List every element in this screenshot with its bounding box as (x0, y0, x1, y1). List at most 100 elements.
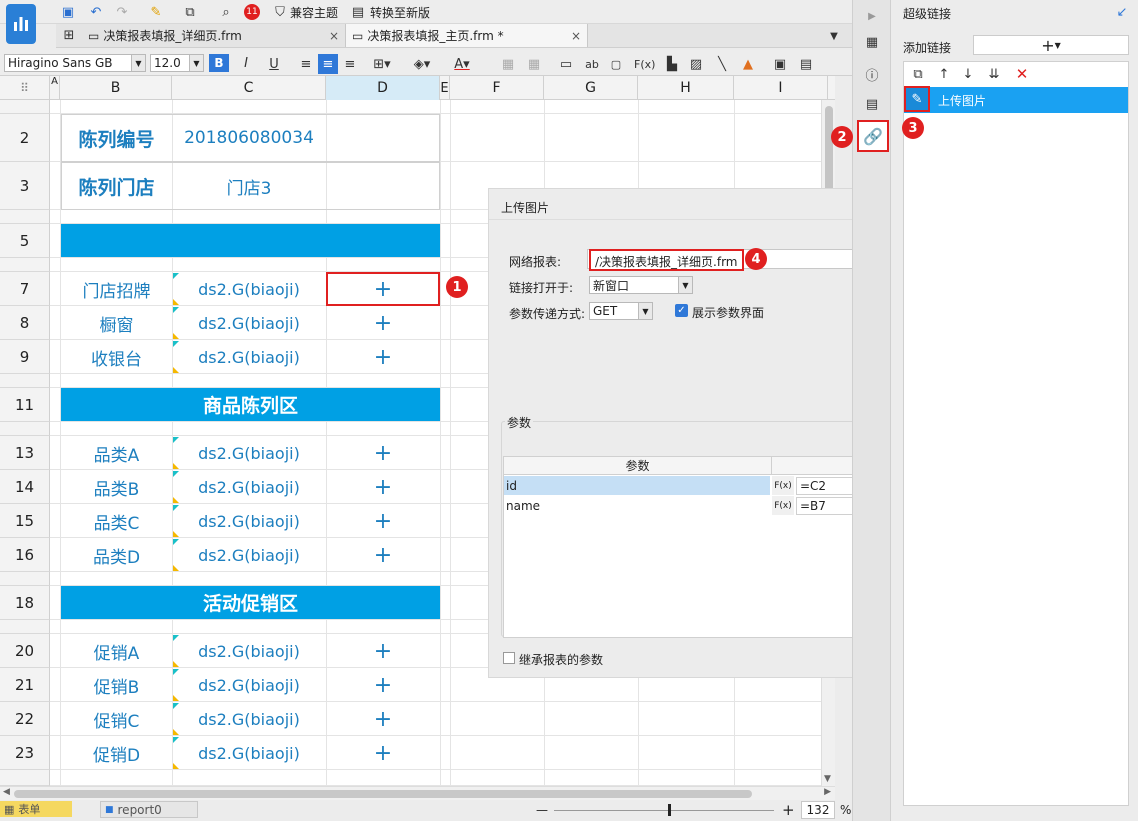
col-header-e[interactable]: E (440, 76, 450, 100)
cell-b[interactable]: 促销A (61, 634, 172, 668)
row-header[interactable]: 5 (0, 224, 50, 258)
move-up-icon[interactable]: ↑ (934, 64, 954, 84)
row-header[interactable]: 15 (0, 504, 50, 538)
col-header-g[interactable]: G (544, 76, 638, 100)
border-icon[interactable]: ⊞▾ (372, 54, 392, 74)
grid-icon[interactable]: ⊞ (56, 26, 82, 46)
scroll-right-icon[interactable]: ▶ (824, 787, 831, 797)
row-header[interactable]: 16 (0, 538, 50, 572)
row-header[interactable] (0, 620, 50, 634)
col-header-c[interactable]: C (172, 76, 326, 100)
cell-d[interactable]: + (326, 668, 440, 702)
cell-b[interactable]: 促销D (61, 736, 172, 770)
section-band[interactable]: 活动促销区 (61, 586, 440, 619)
cell-c[interactable]: 门店3 (172, 162, 326, 210)
row-header[interactable]: 3 (0, 162, 50, 210)
slash-icon[interactable]: ╲ (712, 54, 732, 74)
cell-c[interactable]: ds2.G(biaoji) (172, 538, 326, 572)
open-in-select[interactable]: 新窗口 ▼ (589, 276, 693, 294)
cell-c[interactable]: ds2.G(biaoji) (172, 306, 326, 340)
preview-icon[interactable]: ⌕ (216, 2, 236, 22)
cell-b[interactable]: 促销C (61, 702, 172, 736)
row-header[interactable] (0, 100, 50, 114)
col-header-d[interactable]: D (326, 76, 440, 100)
zoom-out-button[interactable]: — (536, 803, 548, 817)
scroll-thumb[interactable] (14, 790, 752, 798)
report-icon[interactable]: ▤ (796, 54, 816, 74)
row-header[interactable]: 23 (0, 736, 50, 770)
sort-icon[interactable]: ⇊ (984, 64, 1004, 84)
cell-c[interactable]: ds2.G(biaoji) (172, 668, 326, 702)
close-icon[interactable]: × (571, 29, 581, 43)
horizontal-scrollbar[interactable]: ◀ ▶ (0, 786, 835, 800)
section-band[interactable] (61, 224, 440, 257)
param-name-cell[interactable]: id (504, 476, 770, 495)
row-header[interactable]: 20 (0, 634, 50, 668)
condition-icon[interactable]: ▤ (862, 94, 882, 114)
corner-cell[interactable]: ⠿ (0, 76, 50, 100)
align-left-icon[interactable]: ≡ (296, 54, 316, 74)
param-method-select[interactable]: GET ▼ (589, 302, 653, 320)
section-band[interactable]: 商品陈列区 (61, 388, 440, 421)
cell-b[interactable]: 品类D (61, 538, 172, 572)
bold-button[interactable]: B (209, 54, 229, 72)
app-logo[interactable] (6, 4, 36, 44)
cell-b[interactable]: 品类C (61, 504, 172, 538)
widget-attr-icon[interactable]: ⓘ (862, 64, 882, 84)
edit-icon[interactable]: ✎ (904, 86, 930, 112)
row-header[interactable] (0, 422, 50, 436)
notification-badge[interactable]: 11 (244, 4, 260, 20)
copy-icon[interactable]: ⧉ (908, 64, 928, 84)
cell-d[interactable]: + (326, 306, 440, 340)
tab-main[interactable]: ▭ 决策报表填报_主页.frm * × (346, 24, 588, 47)
cell-d[interactable] (326, 114, 440, 162)
row-header[interactable] (0, 258, 50, 272)
cell-c[interactable]: ds2.G(biaoji) (172, 436, 326, 470)
cell-d[interactable]: + (326, 702, 440, 736)
row-header[interactable]: 7 (0, 272, 50, 306)
cell-b[interactable]: 品类B (61, 470, 172, 504)
italic-button[interactable]: I (236, 54, 256, 72)
row-header[interactable]: 2 (0, 114, 50, 162)
font-family-select[interactable]: Hiragino Sans GB ▼ (4, 54, 146, 72)
cell-d[interactable]: + (326, 436, 440, 470)
chart-icon[interactable]: ▙ (662, 54, 682, 74)
compat-theme-button[interactable]: 兼容主题 (290, 4, 338, 21)
cell-d[interactable]: + (326, 736, 440, 770)
formula-icon[interactable]: F(x) (772, 496, 794, 515)
hyperlink-icon[interactable]: 🔗 (857, 120, 889, 152)
cell-b[interactable]: 陈列门店 (61, 162, 172, 210)
formula-icon[interactable]: F(x) (772, 476, 794, 495)
cell-c[interactable]: ds2.G(biaoji) (172, 702, 326, 736)
cell-c[interactable]: ds2.G(biaoji) (172, 736, 326, 770)
col-header-f[interactable]: F (450, 76, 544, 100)
function-icon[interactable]: F(x) (634, 54, 655, 74)
zoom-slider-thumb[interactable] (668, 804, 671, 816)
scroll-down-icon[interactable]: ▼ (824, 774, 831, 784)
collapse-icon[interactable]: ▶ (862, 6, 882, 26)
cell-b[interactable]: 橱窗 (61, 306, 172, 340)
cell-b[interactable]: 促销B (61, 668, 172, 702)
inherit-checkbox[interactable] (503, 652, 515, 664)
cell-d[interactable]: + (326, 634, 440, 668)
sub-report-icon[interactable]: ▣ (770, 54, 790, 74)
row-header[interactable] (0, 770, 50, 786)
col-header-h[interactable]: H (638, 76, 734, 100)
split-icon[interactable]: ▦ (524, 54, 544, 74)
cell-b[interactable]: 陈列编号 (61, 114, 172, 162)
text-cell-icon[interactable]: ▭ (556, 54, 576, 74)
cell-c[interactable]: ds2.G(biaoji) (172, 634, 326, 668)
row-header[interactable] (0, 572, 50, 586)
cell-c[interactable]: ds2.G(biaoji) (172, 340, 326, 374)
undo-icon[interactable]: ↶ (86, 2, 106, 22)
cell-d[interactable]: + (326, 470, 440, 504)
report-tab[interactable]: ■ report0 (100, 801, 198, 818)
col-header-b[interactable]: B (60, 76, 172, 100)
scroll-left-icon[interactable]: ◀ (3, 787, 10, 797)
show-param-checkbox[interactable]: ✓ (675, 304, 688, 317)
move-down-icon[interactable]: ↓ (958, 64, 978, 84)
row-header[interactable]: 11 (0, 388, 50, 422)
row-header[interactable]: 14 (0, 470, 50, 504)
image-icon[interactable]: ▨ (686, 54, 706, 74)
save-icon[interactable]: ▣ (58, 2, 78, 22)
